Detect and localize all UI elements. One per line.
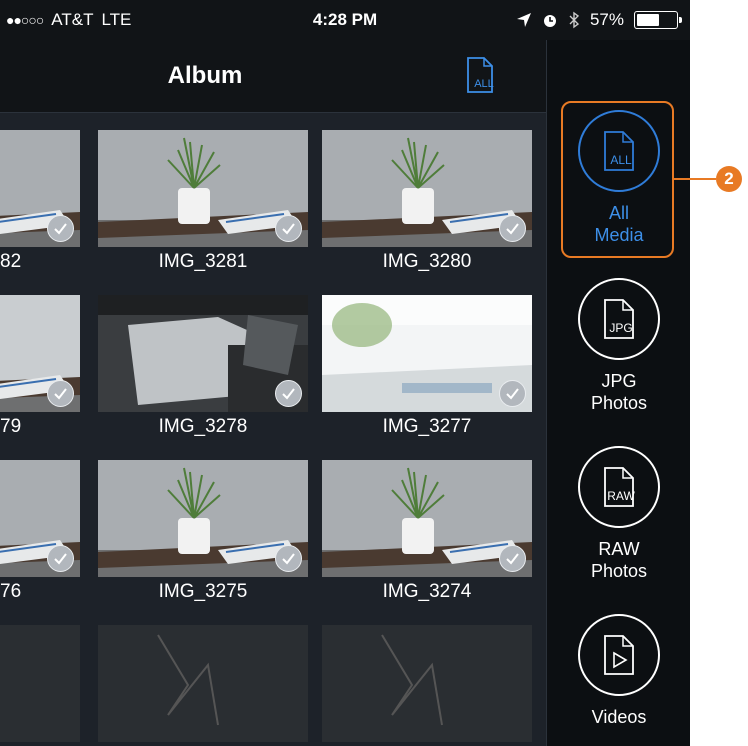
- photo-grid-item[interactable]: IMG_3280: [322, 130, 532, 280]
- filter-label-line1: JPG: [601, 371, 637, 391]
- filter-label-line1: RAW: [598, 539, 640, 559]
- photo-thumbnail: [0, 130, 80, 247]
- grid-row: 76 IMG_3275 IMG_3274: [0, 443, 546, 613]
- filter-label-line2: Photos: [590, 561, 648, 581]
- document-raw-icon: RAW: [604, 467, 635, 507]
- photo-grid-item[interactable]: IMG_3278: [98, 295, 308, 445]
- all-media-toggle-button[interactable]: ALL: [460, 54, 506, 96]
- grid-row: [0, 608, 546, 746]
- photo-thumbnail: [98, 295, 308, 412]
- photo-grid-item[interactable]: [98, 625, 308, 746]
- photo-filename: IMG_3277: [382, 416, 472, 437]
- filter-icon-text: JPG: [609, 321, 632, 335]
- photo-filename: IMG_3275: [158, 581, 248, 602]
- select-check-icon[interactable]: [47, 215, 74, 242]
- callout-highlight-box: [561, 101, 674, 258]
- page-title: Album: [167, 62, 243, 89]
- select-check-icon[interactable]: [499, 380, 526, 407]
- photo-grid-item[interactable]: IMG_3281: [98, 130, 308, 280]
- photo-filename: 79: [0, 416, 22, 437]
- photo-thumbnail: [0, 460, 80, 577]
- photo-thumbnail-image: [98, 625, 308, 742]
- filter-videos[interactable]: Videos: [547, 614, 691, 728]
- status-right: 57%: [516, 10, 682, 30]
- callout-number-badge: 2: [716, 166, 742, 192]
- photo-thumbnail: [322, 460, 532, 577]
- select-check-icon[interactable]: [275, 545, 302, 572]
- photo-thumbnail: [0, 625, 80, 742]
- photo-grid-item[interactable]: 82: [0, 130, 80, 280]
- document-jpg-icon: JPG: [604, 299, 634, 339]
- photo-filename: 76: [0, 581, 22, 602]
- select-check-icon[interactable]: [275, 380, 302, 407]
- photo-filename: IMG_3281: [158, 251, 248, 272]
- filter-jpg-photos[interactable]: JPG JPG Photos: [547, 278, 691, 414]
- grid-row: 79 IMG_3278 IMG_3277: [0, 278, 546, 448]
- photo-filename: 82: [0, 251, 22, 272]
- filter-label: JPG Photos: [547, 370, 691, 414]
- photo-thumbnail-image: [0, 625, 80, 742]
- photo-thumbnail: [98, 460, 308, 577]
- all-icon-text: ALL: [474, 78, 494, 90]
- battery-icon: [634, 11, 682, 29]
- select-check-icon[interactable]: [499, 545, 526, 572]
- filter-label: Videos: [547, 706, 691, 728]
- photo-thumbnail-image: [322, 625, 532, 742]
- battery-percent: 57%: [589, 10, 624, 29]
- select-check-icon[interactable]: [275, 215, 302, 242]
- nav-bar: Album ALL: [0, 40, 546, 113]
- select-check-icon[interactable]: [47, 545, 74, 572]
- photo-grid-item[interactable]: 79: [0, 295, 80, 445]
- filter-label-line1: Videos: [591, 707, 647, 727]
- photo-thumbnail: [322, 295, 532, 412]
- photo-grid-item[interactable]: [322, 625, 532, 746]
- photo-thumbnail: [322, 625, 532, 742]
- all-media-icon: ALL: [467, 57, 494, 93]
- photo-grid-item[interactable]: IMG_3275: [98, 460, 308, 610]
- bluetooth-icon: [569, 11, 580, 29]
- battery-fill: [637, 14, 659, 26]
- photo-grid-item[interactable]: IMG_3274: [322, 460, 532, 610]
- location-arrow-icon: [516, 13, 531, 27]
- filter-label: RAW Photos: [547, 538, 691, 582]
- filter-raw-photos[interactable]: RAW RAW Photos: [547, 446, 691, 582]
- alarm-icon: [543, 15, 556, 27]
- photo-filename: IMG_3280: [382, 251, 472, 272]
- photo-thumbnail: [0, 295, 80, 412]
- photo-thumbnail: [322, 130, 532, 247]
- photo-filename: IMG_3278: [158, 416, 248, 437]
- callout-connector-line: [674, 178, 716, 180]
- videos-circle-icon: [578, 614, 660, 696]
- jpg-circle-icon: JPG: [578, 278, 660, 360]
- photo-grid-item[interactable]: IMG_3277: [322, 295, 532, 445]
- filter-icon-text: RAW: [607, 489, 635, 503]
- photo-filename: IMG_3274: [382, 581, 472, 602]
- grid-row: 82 IMG_3281 IMG_3280: [0, 113, 546, 283]
- photo-thumbnail: [98, 130, 308, 247]
- status-bar: ●●○○○ AT&T LTE 4:28 PM 57%: [0, 0, 690, 40]
- document-play-icon: [604, 635, 634, 675]
- raw-circle-icon: RAW: [578, 446, 660, 528]
- photo-thumbnail: [98, 625, 308, 742]
- photo-grid-item[interactable]: 76: [0, 460, 80, 610]
- select-check-icon[interactable]: [499, 215, 526, 242]
- photo-grid-item[interactable]: [0, 625, 80, 746]
- select-check-icon[interactable]: [47, 380, 74, 407]
- filter-label-line2: Photos: [590, 393, 648, 413]
